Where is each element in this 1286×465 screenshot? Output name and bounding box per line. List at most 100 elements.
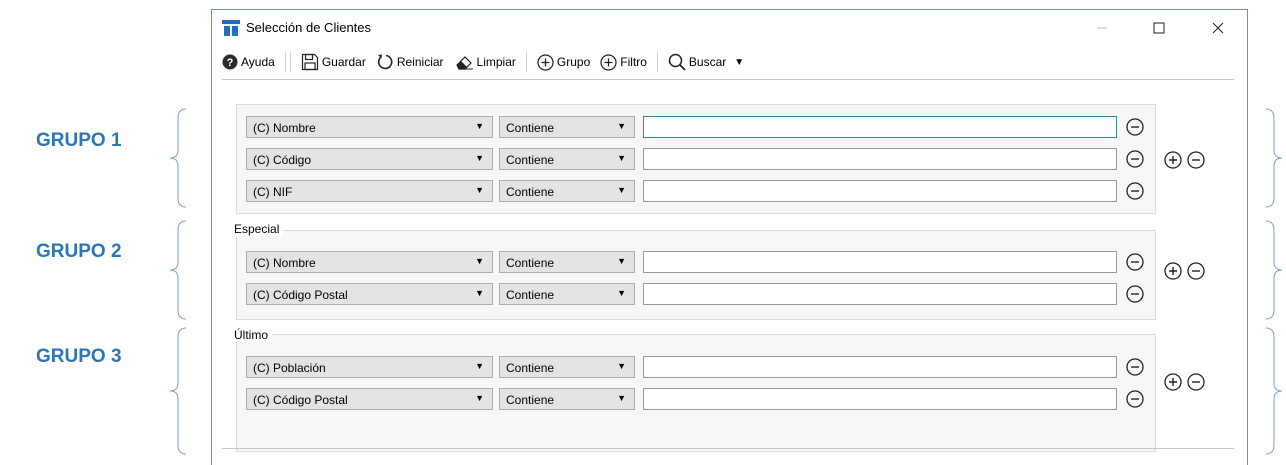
search-icon [668,53,686,71]
left-brace-3 [169,327,187,455]
add-group-label: Grupo [556,55,591,69]
save-button[interactable]: Guardar [301,50,366,74]
chevron-down-icon: ▼ [475,256,484,266]
plus-circle-icon [537,53,554,71]
field-select[interactable]: (C) Código ▼ [246,148,493,170]
remove-group-icon[interactable] [1187,151,1205,169]
value-input[interactable] [643,180,1117,202]
close-button[interactable] [1198,15,1238,41]
operator-select-value: Contiene [506,361,555,375]
remove-filter-icon[interactable] [1126,118,1144,136]
chevron-down-icon: ▼ [475,393,484,403]
operator-select[interactable]: Contiene ▼ [499,388,635,410]
refresh-icon [377,54,393,70]
group-title-ultimo: Último [234,328,273,342]
left-brace-1 [169,108,187,208]
help-icon: ? [222,54,238,70]
add-filter-to-group-icon[interactable] [1164,151,1182,169]
operator-select-value: Contiene [506,256,555,270]
right-brace-3 [1265,327,1283,455]
value-input[interactable] [643,116,1117,138]
search-label: Buscar [688,55,727,69]
reset-label: Reiniciar [396,55,444,69]
remove-filter-icon[interactable] [1126,358,1144,376]
search-button[interactable]: Buscar ▼ [668,50,744,74]
operator-select[interactable]: Contiene ▼ [499,283,635,305]
operator-select[interactable]: Contiene ▼ [499,116,635,138]
right-brace-1 [1265,108,1283,208]
value-input[interactable] [643,283,1117,305]
chevron-down-icon: ▼ [617,361,626,371]
help-label: Ayuda [241,55,275,69]
operator-select-value: Contiene [506,393,555,407]
value-input[interactable] [643,388,1117,410]
add-group-button[interactable]: Grupo [537,50,590,74]
window-title: Selección de Clientes [246,20,372,35]
add-filter-to-group-icon[interactable] [1164,373,1182,391]
chevron-down-icon[interactable]: ▼ [734,57,744,68]
field-select-value: (C) Nombre [253,256,316,270]
field-select[interactable]: (C) Código Postal ▼ [246,388,493,410]
operator-select-value: Contiene [506,288,555,302]
filter-group-2 [236,230,1156,320]
remove-filter-icon[interactable] [1126,285,1144,303]
clear-button[interactable]: Limpiar [454,50,516,74]
field-select[interactable]: (C) Población ▼ [246,356,493,378]
plus-circle-icon [600,53,617,71]
remove-filter-icon[interactable] [1126,150,1144,168]
field-select[interactable]: (C) Nombre ▼ [246,116,493,138]
maximize-button[interactable] [1139,15,1179,41]
operator-select[interactable]: Contiene ▼ [499,180,635,202]
toolbar-separator [284,52,286,72]
operator-select-value: Contiene [506,185,555,199]
remove-filter-icon[interactable] [1126,182,1144,200]
operator-select[interactable]: Contiene ▼ [499,148,635,170]
minimize-button[interactable] [1082,15,1122,41]
footer-divider [222,448,1234,449]
add-filter-button[interactable]: Filtro [600,50,647,74]
chevron-down-icon: ▼ [475,153,484,163]
field-select-value: (C) Código [253,153,312,167]
operator-select[interactable]: Contiene ▼ [499,356,635,378]
outer-label-grupo-3: GRUPO 3 [36,346,122,367]
field-select[interactable]: (C) Nombre ▼ [246,251,493,273]
toolbar: ? Ayuda Guardar Reiniciar Limpiar Grupo … [212,48,1247,76]
chevron-down-icon: ▼ [617,256,626,266]
value-input[interactable] [643,356,1117,378]
chevron-down-icon: ▼ [475,288,484,298]
operator-select[interactable]: Contiene ▼ [499,251,635,273]
toolbar-separator [656,52,658,72]
outer-label-grupo-1: GRUPO 1 [36,130,122,151]
chevron-down-icon: ▼ [617,185,626,195]
remove-filter-icon[interactable] [1126,253,1144,271]
chevron-down-icon: ▼ [475,361,484,371]
value-input[interactable] [643,251,1117,273]
clear-label: Limpiar [476,55,516,69]
operator-select-value: Contiene [506,121,555,135]
remove-group-icon[interactable] [1187,373,1205,391]
chevron-down-icon: ▼ [475,121,484,131]
add-filter-to-group-icon[interactable] [1164,262,1182,280]
help-button[interactable]: ? Ayuda [222,50,275,74]
field-select[interactable]: (C) Código Postal ▼ [246,283,493,305]
field-select[interactable]: (C) NIF ▼ [246,180,493,202]
client-selection-window: Selección de Clientes ? Ayuda Guardar Re… [211,9,1248,465]
right-brace-2 [1265,220,1283,320]
field-select-value: (C) NIF [253,185,293,199]
remove-group-icon[interactable] [1187,262,1205,280]
chevron-down-icon: ▼ [617,393,626,403]
save-label: Guardar [321,55,366,69]
value-input[interactable] [643,148,1117,170]
minimize-icon [1097,27,1107,29]
reset-button[interactable]: Reiniciar [376,50,444,74]
chevron-down-icon: ▼ [617,288,626,298]
outer-label-grupo-2: GRUPO 2 [36,241,122,262]
operator-select-value: Contiene [506,153,555,167]
field-select-value: (C) Código Postal [253,288,348,302]
field-select-value: (C) Nombre [253,121,316,135]
toolbar-divider [222,79,1234,80]
remove-filter-icon[interactable] [1126,390,1144,408]
chevron-down-icon: ▼ [617,121,626,131]
maximize-icon [1153,22,1165,34]
svg-text:?: ? [227,57,234,69]
